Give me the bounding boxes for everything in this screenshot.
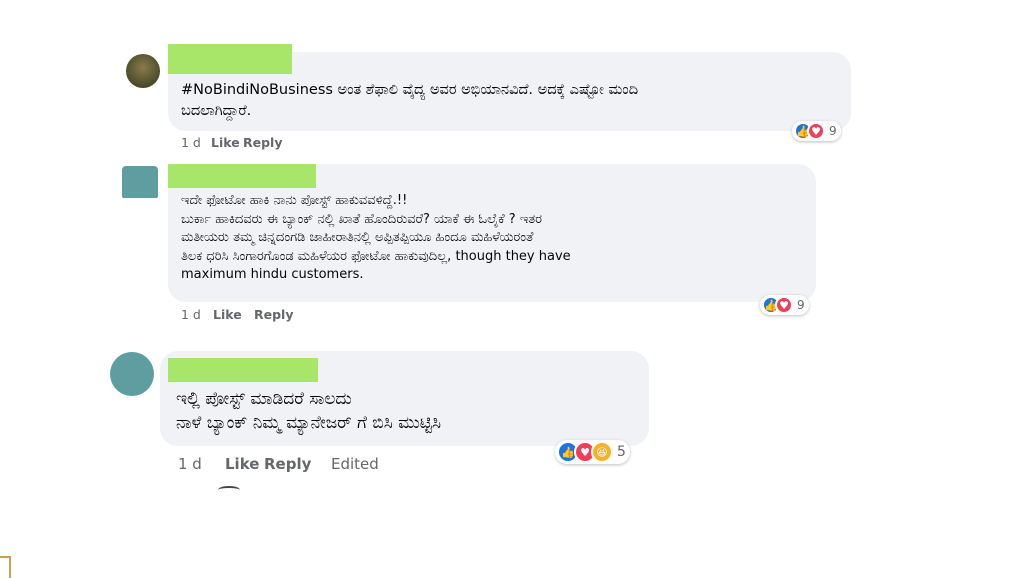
comment-actions: 1 d Like Reply <box>181 307 293 322</box>
like-button[interactable]: Like <box>225 455 264 473</box>
corner-bracket <box>0 556 11 578</box>
next-avatar-edge <box>218 486 240 494</box>
redacted-author-name[interactable] <box>168 358 318 382</box>
timestamp[interactable]: 1 d <box>181 135 211 150</box>
reply-button[interactable]: Reply <box>254 307 293 322</box>
like-button[interactable]: Like <box>211 135 243 150</box>
comment-actions: 1 d Like Reply <box>181 135 282 150</box>
edited-label[interactable]: Edited <box>331 455 379 473</box>
love-icon: ♥ <box>807 122 825 140</box>
reaction-summary[interactable]: 👍 ♥ 9 <box>792 121 841 141</box>
reaction-count: 9 <box>829 124 837 138</box>
like-button[interactable]: Like <box>213 307 254 322</box>
avatar[interactable] <box>122 166 158 198</box>
timestamp[interactable]: 1 d <box>178 455 225 473</box>
comment-text: ಇದೇ ಫೋಟೋ ಹಾಕಿ ನಾನು ಪೋಸ್ಟ್ ಹಾಕುವವಳಿದ್ದೆ.!… <box>181 193 571 282</box>
love-icon: ♥ <box>775 296 793 314</box>
comment-text: ಇಲ್ಲಿ ಪೋಸ್ಟ್ ಮಾಡಿದರೆ ಸಾಲದು ನಾಳೆ ಬ್ಯಾಂಕ್ … <box>176 389 442 433</box>
reaction-summary[interactable]: 👍 ♥ 😆 5 <box>555 440 630 464</box>
comment-actions: 1 d Like Reply Edited <box>178 455 379 473</box>
reaction-summary[interactable]: 👍 ♥ 9 <box>760 295 809 315</box>
haha-icon: 😆 <box>591 441 613 463</box>
redacted-author-name[interactable] <box>168 44 292 74</box>
reaction-count: 9 <box>797 298 805 312</box>
avatar[interactable] <box>110 352 154 396</box>
comment-text: #NoBindiNoBusiness ಅಂತ ಶೆಫಾಲಿ ವೈದ್ಯ ಅವರ … <box>181 82 639 119</box>
timestamp[interactable]: 1 d <box>181 307 213 322</box>
reaction-count: 5 <box>617 444 626 460</box>
reply-button[interactable]: Reply <box>243 135 282 150</box>
avatar[interactable] <box>126 54 160 88</box>
redacted-author-name[interactable] <box>168 164 316 188</box>
reply-button[interactable]: Reply <box>264 455 331 473</box>
